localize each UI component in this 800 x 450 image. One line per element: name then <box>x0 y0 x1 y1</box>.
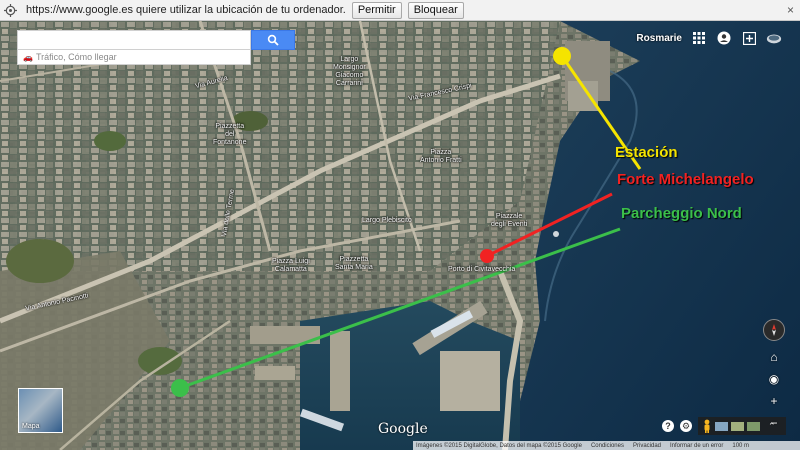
terms-link[interactable]: Condiciones <box>591 443 624 449</box>
profile-icon[interactable] <box>716 30 732 46</box>
privacy-link[interactable]: Privacidad <box>633 443 661 449</box>
share-plus-icon[interactable] <box>741 30 757 46</box>
permission-message: https://www.google.es quiere utilizar la… <box>26 4 346 16</box>
map-type-thumbnail[interactable]: Mapa <box>18 388 63 433</box>
google-logo: Google <box>378 421 428 437</box>
map-label-piazza-calamatta: Piazza Luigi Calamatta <box>272 258 310 273</box>
block-button[interactable]: Bloquear <box>407 1 464 19</box>
satellite-map[interactable]: Via Francesco Crispi Largo Monsignor Gia… <box>0 21 800 450</box>
search-icon <box>267 34 279 46</box>
map-label-piazza-fratti: Piazza Antonio Fratti <box>420 149 462 164</box>
map-label-piazzale: Piazzale degli Eventi <box>491 213 528 228</box>
tilt-icon[interactable]: ⌂ <box>765 348 783 366</box>
map-type-label: Mapa <box>22 423 40 430</box>
imagery-credit: Imágenes ©2015 DigitalGlobe, Datos del m… <box>416 442 582 449</box>
imagery-thumb-1[interactable] <box>715 421 728 431</box>
location-crosshair-icon <box>0 0 21 21</box>
search-panel: 🚗 Tráfico, Cómo llegar <box>17 30 295 65</box>
help-icon[interactable]: ? <box>662 420 674 432</box>
label-estacion: Estación <box>615 144 678 161</box>
settings-gear-icon[interactable]: ⚙ <box>680 420 692 432</box>
account-name[interactable]: Rosmarie <box>636 33 682 44</box>
my-location-icon[interactable]: ◉ <box>765 370 783 388</box>
attribution-bar: Imágenes ©2015 DigitalGlobe, Datos del m… <box>413 441 800 450</box>
close-icon[interactable]: × <box>787 3 794 17</box>
scale-label: 100 m <box>732 442 750 449</box>
map-label-piazzetta-fontanone: Piazzetta del Fontanone <box>213 123 247 146</box>
header-controls: Rosmarie <box>636 30 782 46</box>
compass-icon[interactable] <box>763 319 785 341</box>
car-icon: 🚗 <box>23 52 33 62</box>
imagery-thumb-2[interactable] <box>731 421 744 431</box>
location-permission-bar: https://www.google.es quiere utilizar la… <box>0 0 800 21</box>
help-icons: ? ⚙ <box>662 420 692 432</box>
zoom-in-button[interactable]: + <box>765 392 783 410</box>
map-label-porto: Porto di Civitavecchia <box>448 266 516 273</box>
search-suggestions-row[interactable]: 🚗 Tráfico, Cómo llegar <box>17 50 251 65</box>
report-error-link[interactable]: Informar de un error <box>670 443 723 449</box>
pegman-icon[interactable] <box>702 419 712 433</box>
traffic-directions-label: Tráfico, Cómo llegar <box>35 52 117 62</box>
apps-grid-icon[interactable] <box>691 30 707 46</box>
imagery-thumb-3[interactable] <box>747 421 760 431</box>
map-label-largo-monsignor: Largo Monsignor Giacomo Carrarini <box>333 56 366 87</box>
map-label-santa-maria: Piazzetta Santa Maria <box>335 256 373 271</box>
label-parcheggio-nord: Parcheggio Nord <box>621 205 742 222</box>
map-label-largo-plebiscito: Largo Plebiscito <box>362 217 412 224</box>
zoom-out-button[interactable]: − <box>765 414 783 432</box>
label-forte-michelangelo: Forte Michelangelo <box>617 171 754 188</box>
earth-view-icon[interactable] <box>766 30 782 46</box>
search-input[interactable] <box>17 30 251 50</box>
satellite-imagery <box>0 21 800 450</box>
search-button[interactable] <box>251 30 295 50</box>
zoom-controls: ⌂ ◉ + − <box>765 348 783 432</box>
allow-button[interactable]: Permitir <box>351 1 402 19</box>
